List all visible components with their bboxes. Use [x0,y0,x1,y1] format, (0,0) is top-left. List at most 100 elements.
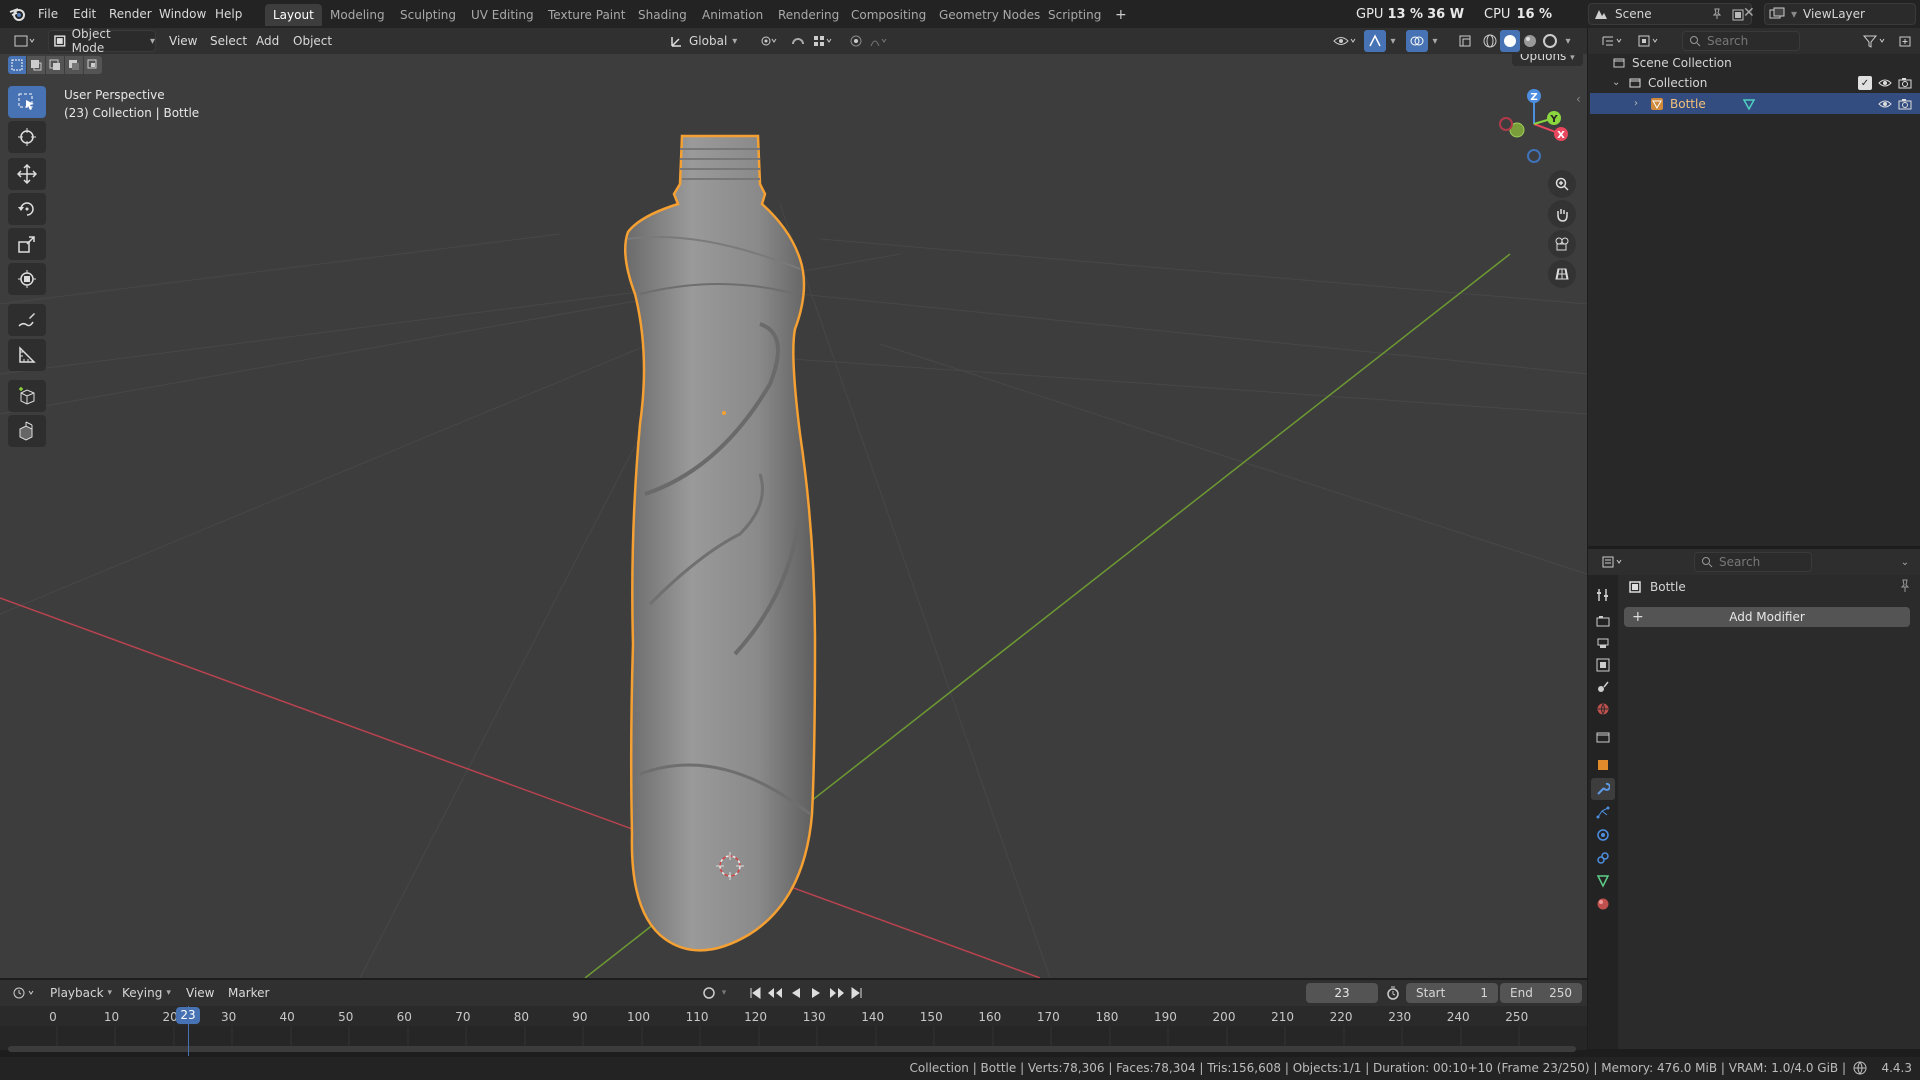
timeline-editor-type-icon[interactable] [10,983,40,1003]
tab-rendering[interactable]: Rendering [770,4,847,26]
xray-icon[interactable] [1454,31,1476,51]
context-pin-icon[interactable] [1898,579,1912,593]
pan-hand-icon[interactable] [1548,200,1576,228]
scale-icon[interactable] [8,228,46,260]
viewport-menu-object[interactable]: Object [287,31,338,51]
scene-collection-row[interactable]: Scene Collection [1612,53,1732,73]
zoom-icon[interactable] [1548,170,1576,198]
viewport-menu-view[interactable]: View [163,31,203,51]
render-properties-icon[interactable] [1593,611,1613,631]
tab-uv-editing[interactable]: UV Editing [463,4,542,26]
collection-checkbox[interactable]: ✓ [1858,76,1872,90]
bottle-mesh[interactable] [623,134,817,952]
add-cube-icon[interactable] [8,380,46,412]
tab-texture-paint[interactable]: Texture Paint [540,4,633,26]
select-intersect-icon[interactable] [84,56,102,74]
gizmo-dropdown-icon[interactable]: ▾ [1386,31,1400,51]
snap-target-icon[interactable] [810,31,836,51]
menu-help[interactable]: Help [209,4,248,24]
output-properties-icon[interactable] [1593,633,1613,653]
falloff-icon[interactable] [866,31,892,51]
jump-end-icon[interactable] [848,984,866,1002]
world-properties-icon[interactable] [1593,699,1613,719]
viewport-menu-select[interactable]: Select [204,31,253,51]
menu-edit[interactable]: Edit [67,4,102,24]
filter-icon[interactable] [1858,31,1892,51]
bottle-render-icon[interactable] [1896,95,1914,113]
object-properties-icon[interactable] [1593,755,1613,775]
menu-window[interactable]: Window [153,4,212,24]
select-new-icon[interactable] [8,56,26,74]
editor-type-icon[interactable] [10,31,40,51]
auto-keying-icon[interactable] [700,984,718,1002]
timeline-scrollbar[interactable] [8,1046,1576,1052]
extrude-icon[interactable] [8,415,46,447]
navigation-gizmo[interactable]: Z X Y [1494,84,1570,164]
properties-editor-type-icon[interactable] [1598,552,1628,572]
preview-range-icon[interactable] [1384,984,1402,1002]
timeline-menu-marker[interactable]: Marker [222,983,275,1003]
measure-icon[interactable] [8,339,46,371]
play-icon[interactable] [806,984,826,1002]
solid-shading-icon[interactable] [1500,30,1520,52]
keying-menu[interactable]: Keying ▾ [122,983,171,1003]
menu-file[interactable]: File [32,4,64,24]
select-box-icon[interactable] [8,86,46,118]
view-layer-properties-icon[interactable] [1593,655,1613,675]
mesh-data-icon[interactable] [1742,97,1756,111]
blender-logo-icon[interactable] [8,4,28,24]
visibility-icon[interactable] [1330,31,1360,51]
playhead-frame-label[interactable]: 23 [176,1007,200,1024]
new-collection-icon[interactable] [1894,31,1916,51]
transform-icon[interactable] [8,263,46,295]
pivot-point-icon[interactable] [755,31,781,51]
annotate-icon[interactable] [8,304,46,336]
next-keyframe-icon[interactable] [826,984,848,1002]
current-frame-field[interactable]: 23 [1306,983,1378,1003]
add-modifier-button[interactable]: + Add Modifier [1624,607,1910,627]
collection-properties-icon[interactable] [1593,727,1613,747]
tab-scripting[interactable]: Scripting [1040,4,1109,26]
add-workspace-button[interactable]: + [1107,4,1135,26]
properties-search-input[interactable]: Search [1694,552,1812,572]
playback-menu[interactable]: Playback ▾ [50,983,112,1003]
select-subtract-icon[interactable] [46,56,64,74]
collection-eye-icon[interactable] [1876,74,1894,92]
start-frame-field[interactable]: Start 1 [1406,983,1498,1003]
tab-modeling[interactable]: Modeling [322,4,393,26]
scene-properties-icon[interactable] [1593,677,1613,697]
expand-arrow-icon[interactable]: ⌄ [1612,73,1622,93]
properties-options-icon[interactable]: ⌄ [1896,552,1914,572]
material-properties-icon[interactable] [1593,894,1613,914]
wireframe-shading-icon[interactable] [1480,31,1500,51]
display-mode-icon[interactable] [1634,31,1664,51]
tab-shading[interactable]: Shading [630,4,695,26]
shading-dropdown-icon[interactable]: ▾ [1560,31,1576,51]
overlay-dropdown-icon[interactable]: ▾ [1428,31,1442,51]
overlay-toggle-icon[interactable] [1406,30,1428,52]
collapse-arrow-icon[interactable]: › [1634,94,1644,114]
tab-geometry-nodes[interactable]: Geometry Nodes [931,4,1048,26]
sidebar-toggle-icon[interactable]: ‹ [1576,92,1581,106]
tab-compositing[interactable]: Compositing [843,4,934,26]
outliner-search-input[interactable]: Search [1682,31,1800,51]
viewport-menu-add[interactable]: Add [250,31,285,51]
tab-animation[interactable]: Animation [694,4,771,26]
options-button[interactable]: Options ▾ [1512,54,1583,66]
bottle-eye-icon[interactable] [1876,95,1894,113]
tab-layout[interactable]: Layout [265,4,322,26]
select-invert-icon[interactable] [65,56,83,74]
transform-orientation[interactable]: Global ▾ [670,31,737,51]
pin-icon[interactable] [1711,8,1723,20]
keying-dropdown-icon[interactable]: ▾ [718,984,730,1002]
outliner-editor-type-icon[interactable] [1598,31,1628,51]
bottle-row[interactable]: › Bottle [1634,94,1914,114]
collection-render-icon[interactable] [1896,74,1914,92]
mode-selector[interactable]: Object Mode ▾ [48,27,156,55]
view-layer-selector[interactable]: ▾ ViewLayer [1764,3,1916,25]
modifier-properties-icon[interactable] [1591,778,1615,800]
play-reverse-icon[interactable] [786,984,806,1002]
camera-view-icon[interactable] [1548,230,1576,258]
network-icon[interactable] [1852,1061,1868,1075]
physics-properties-icon[interactable] [1593,825,1613,845]
